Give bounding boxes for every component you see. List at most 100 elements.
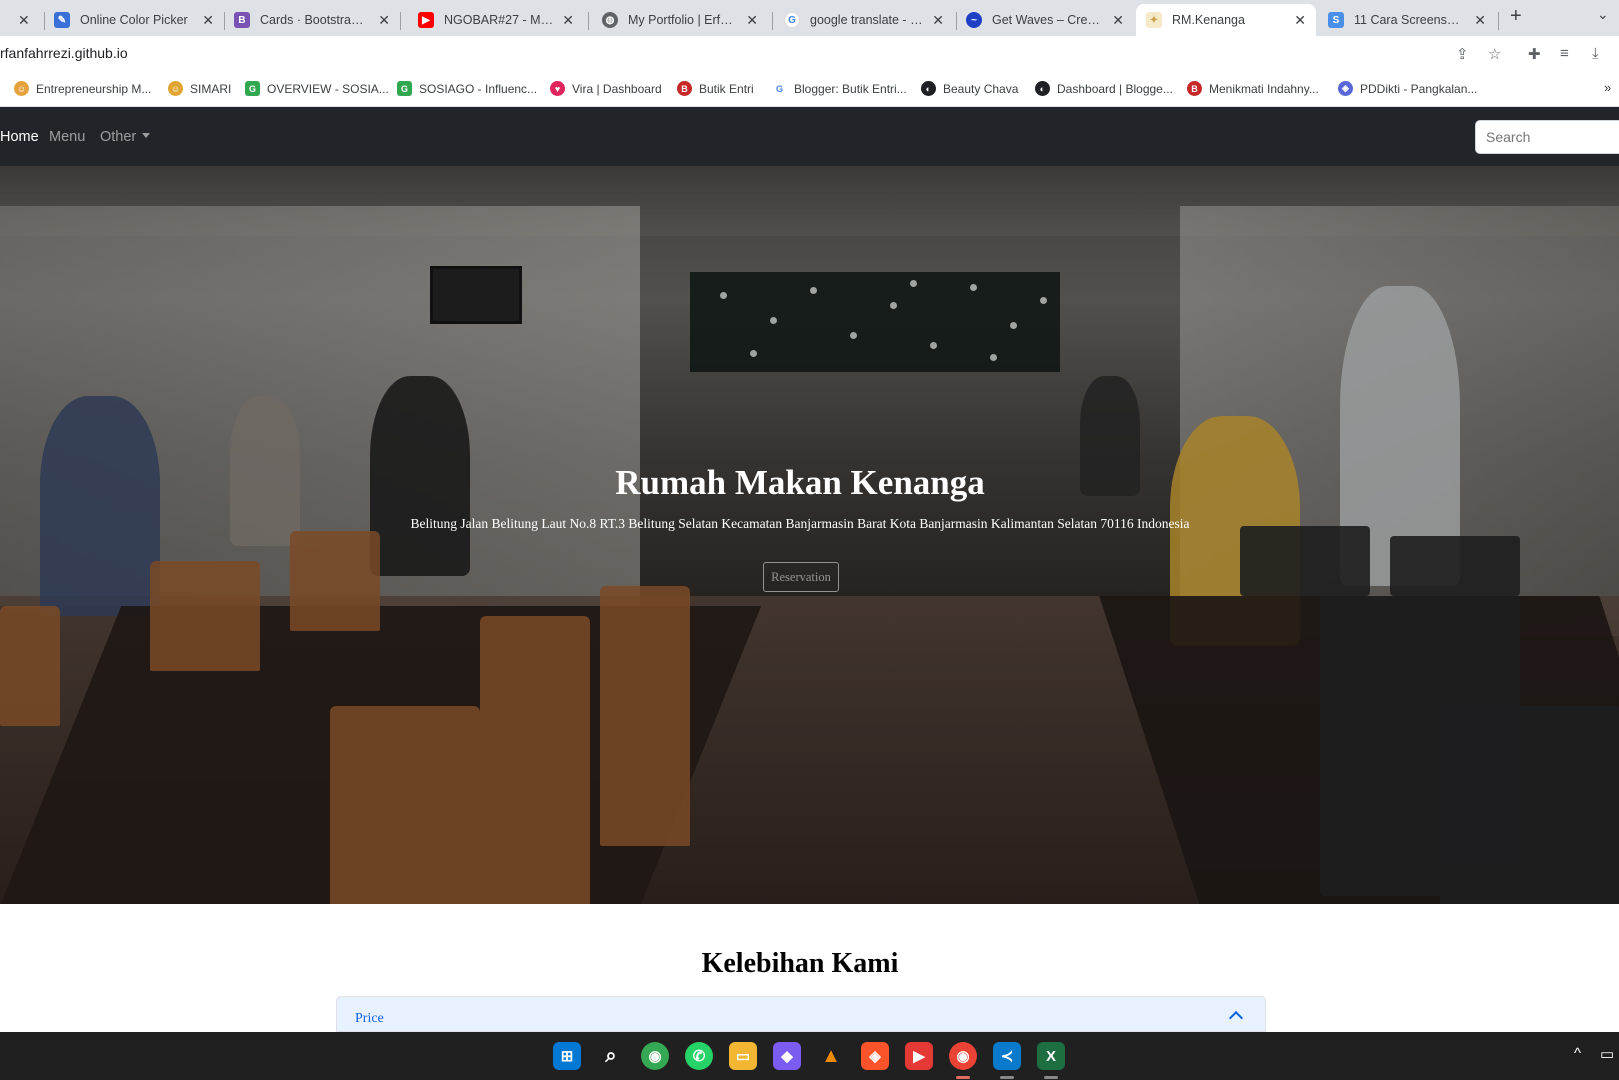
bookmark-label: Blogger: Butik Entri... (794, 81, 907, 96)
browser-tab[interactable]: B Cards · Bootstrap v5.1 ✕ (224, 4, 400, 36)
vscode-icon[interactable]: ≺ (993, 1042, 1021, 1070)
chrome-icon[interactable]: ◉ (641, 1042, 669, 1070)
copilot-icon[interactable]: ◆ (773, 1042, 801, 1070)
tab-search-chevron-icon[interactable]: ⌄ (1597, 6, 1609, 23)
browser-tab-active[interactable]: ✦ RM.Kenanga ✕ (1136, 4, 1316, 36)
reading-list-icon[interactable]: ≡ (1560, 45, 1569, 62)
site-navbar: Home Menu Other (0, 107, 1619, 166)
bookmark-item[interactable]: ◈ PDDikti - Pangkalan... (1338, 81, 1477, 96)
section-title: Kelebihan Kami (701, 948, 899, 979)
bookmark-favicon-icon: ◐ (1035, 81, 1050, 96)
browser-tab[interactable]: G google translate - Pen ✕ (774, 4, 954, 36)
share-icon[interactable]: ⇪ (1456, 45, 1469, 63)
reservation-button[interactable]: Reservation (763, 562, 839, 592)
more-bookmarks-icon[interactable]: » (1604, 80, 1611, 95)
waves-icon: ~ (966, 12, 982, 28)
browser-tab[interactable]: ◍ My Portfolio | Erfan Ak ✕ (592, 4, 768, 36)
star-icon[interactable]: ☆ (1488, 45, 1501, 63)
bookmark-item[interactable]: G Blogger: Butik Entri... (772, 81, 907, 96)
close-tab-icon[interactable]: ✕ (1294, 12, 1306, 29)
brave-icon[interactable]: ◈ (861, 1042, 889, 1070)
browser-tab[interactable]: ▶ NGOBAR#27 - Membu ✕ (408, 4, 584, 36)
hero-section: Rumah Makan Kenanga Belitung Jalan Belit… (0, 166, 1619, 904)
youtube-icon: ▶ (418, 12, 434, 28)
address-bar: rfanfahrrezi.github.io ⇪ ☆ ✚ ≡ ⤓ (0, 36, 1619, 73)
browser-tab[interactable]: S 11 Cara Screenshot di ✕ (1318, 4, 1496, 36)
hero-address: Belitung Jalan Belitung Laut No.8 RT.3 B… (410, 516, 1190, 531)
tab-title: Cards · Bootstrap v5.1 (260, 13, 370, 27)
plate-icon: ✦ (1146, 12, 1162, 28)
bootstrap-icon: B (234, 12, 250, 28)
bookmark-label: Butik Entri (699, 81, 754, 96)
bookmark-label: SOSIAGO - Influenc... (419, 81, 538, 96)
tab-title: Online Color Picker (80, 13, 188, 27)
new-tab-icon[interactable]: + (1510, 5, 1522, 28)
chrome-profile-icon[interactable]: ◉ (949, 1042, 977, 1070)
close-tab-icon[interactable]: ✕ (1112, 12, 1124, 29)
bookmark-label: PDDikti - Pangkalan... (1360, 81, 1478, 96)
bookmark-label: OVERVIEW - SOSIA... (267, 81, 389, 96)
nav-other-label: Other (100, 129, 137, 145)
vlc-icon[interactable]: ▲ (817, 1042, 845, 1070)
bookmark-favicon-icon: ☺ (168, 81, 183, 96)
close-tab-icon[interactable]: ✕ (1474, 12, 1486, 29)
chevron-up-icon (1228, 1010, 1244, 1026)
display-icon[interactable]: ▭ (1600, 1045, 1614, 1063)
bookmark-favicon-icon: B (1187, 81, 1202, 96)
windows-taskbar: ⊞ ⌕ ◉ ✆ ▭ ◆ ▲ ◈ ▶ ◉ ≺ X ^ ▭ (0, 1032, 1619, 1080)
nav-menu-link[interactable]: Menu (49, 129, 85, 145)
accordion-label: Price (355, 1011, 384, 1026)
bookmark-label: Dashboard | Blogge... (1057, 81, 1173, 96)
nav-home-link[interactable]: Home (0, 129, 39, 145)
hero-title: Rumah Makan Kenanga (615, 463, 985, 502)
whatsapp-icon[interactable]: ✆ (685, 1042, 713, 1070)
close-tab-icon[interactable]: ✕ (932, 12, 944, 29)
close-tab-icon[interactable]: ✕ (378, 12, 390, 29)
bookmark-favicon-icon: G (245, 81, 260, 96)
browser-tab[interactable]: ✕ (0, 4, 40, 36)
close-tab-icon[interactable]: ✕ (746, 12, 758, 29)
bookmark-item[interactable]: B Menikmati Indahny... (1187, 81, 1319, 96)
doc-icon: S (1328, 12, 1344, 28)
bookmark-label: SIMARI (190, 81, 232, 96)
google-icon: G (784, 12, 800, 28)
globe-icon: ◍ (602, 12, 618, 28)
browser-tab[interactable]: ~ Get Waves – Create SV ✕ (956, 4, 1134, 36)
extensions-icon[interactable]: ✚ (1528, 45, 1541, 63)
bookmark-item[interactable]: B Butik Entri (677, 81, 754, 96)
search-input[interactable] (1475, 120, 1619, 154)
bookmark-item[interactable]: ♥ Vira | Dashboard (550, 81, 662, 96)
close-tab-icon[interactable]: ✕ (562, 12, 574, 29)
bookmark-item[interactable]: ☺ SIMARI (168, 81, 231, 96)
tab-title: google translate - Pen (810, 13, 925, 27)
bookmark-item[interactable]: ☺ Entrepreneurship M... (14, 81, 151, 96)
pdf-reader-icon[interactable]: ▶ (905, 1042, 933, 1070)
bookmark-label: Menikmati Indahny... (1209, 81, 1319, 96)
download-icon[interactable]: ⤓ (1592, 45, 1599, 62)
close-tab-icon[interactable]: ✕ (18, 12, 30, 29)
bookmarks-bar: ☺ Entrepreneurship M... ☺ SIMARI G OVERV… (0, 73, 1619, 107)
bookmark-item[interactable]: ◐ Beauty Chava (921, 81, 1018, 96)
bookmark-favicon-icon: ◈ (1338, 81, 1353, 96)
bookmark-favicon-icon: ♥ (550, 81, 565, 96)
nav-other-dropdown[interactable]: Other (100, 129, 151, 145)
browser-tab[interactable]: ✎ Online Color Picker ✕ (44, 4, 224, 36)
tab-title: Get Waves – Create SV (992, 13, 1105, 27)
bookmark-label: Beauty Chava (943, 81, 1019, 96)
bookmark-item[interactable]: ◐ Dashboard | Blogge... (1035, 81, 1173, 96)
bookmark-favicon-icon: B (677, 81, 692, 96)
accordion-item-price[interactable]: Price (336, 996, 1266, 1032)
excel-icon[interactable]: X (1037, 1042, 1065, 1070)
bookmark-item[interactable]: G OVERVIEW - SOSIA... (245, 81, 389, 96)
file-explorer-icon[interactable]: ▭ (729, 1042, 757, 1070)
tab-title: 11 Cara Screenshot di (1354, 13, 1467, 27)
bookmark-favicon-icon: ◐ (921, 81, 936, 96)
bookmark-favicon-icon: G (397, 81, 412, 96)
close-tab-icon[interactable]: ✕ (202, 12, 214, 29)
search-icon[interactable]: ⌕ (597, 1042, 625, 1070)
tray-chevron-icon[interactable]: ^ (1574, 1045, 1581, 1062)
browser-tab-strip: ✕ ✎ Online Color Picker ✕ B Cards · Boot… (0, 0, 1619, 36)
url-field[interactable]: rfanfahrrezi.github.io (0, 45, 128, 61)
bookmark-item[interactable]: G SOSIAGO - Influenc... (397, 81, 537, 96)
windows-start-icon[interactable]: ⊞ (553, 1042, 581, 1070)
